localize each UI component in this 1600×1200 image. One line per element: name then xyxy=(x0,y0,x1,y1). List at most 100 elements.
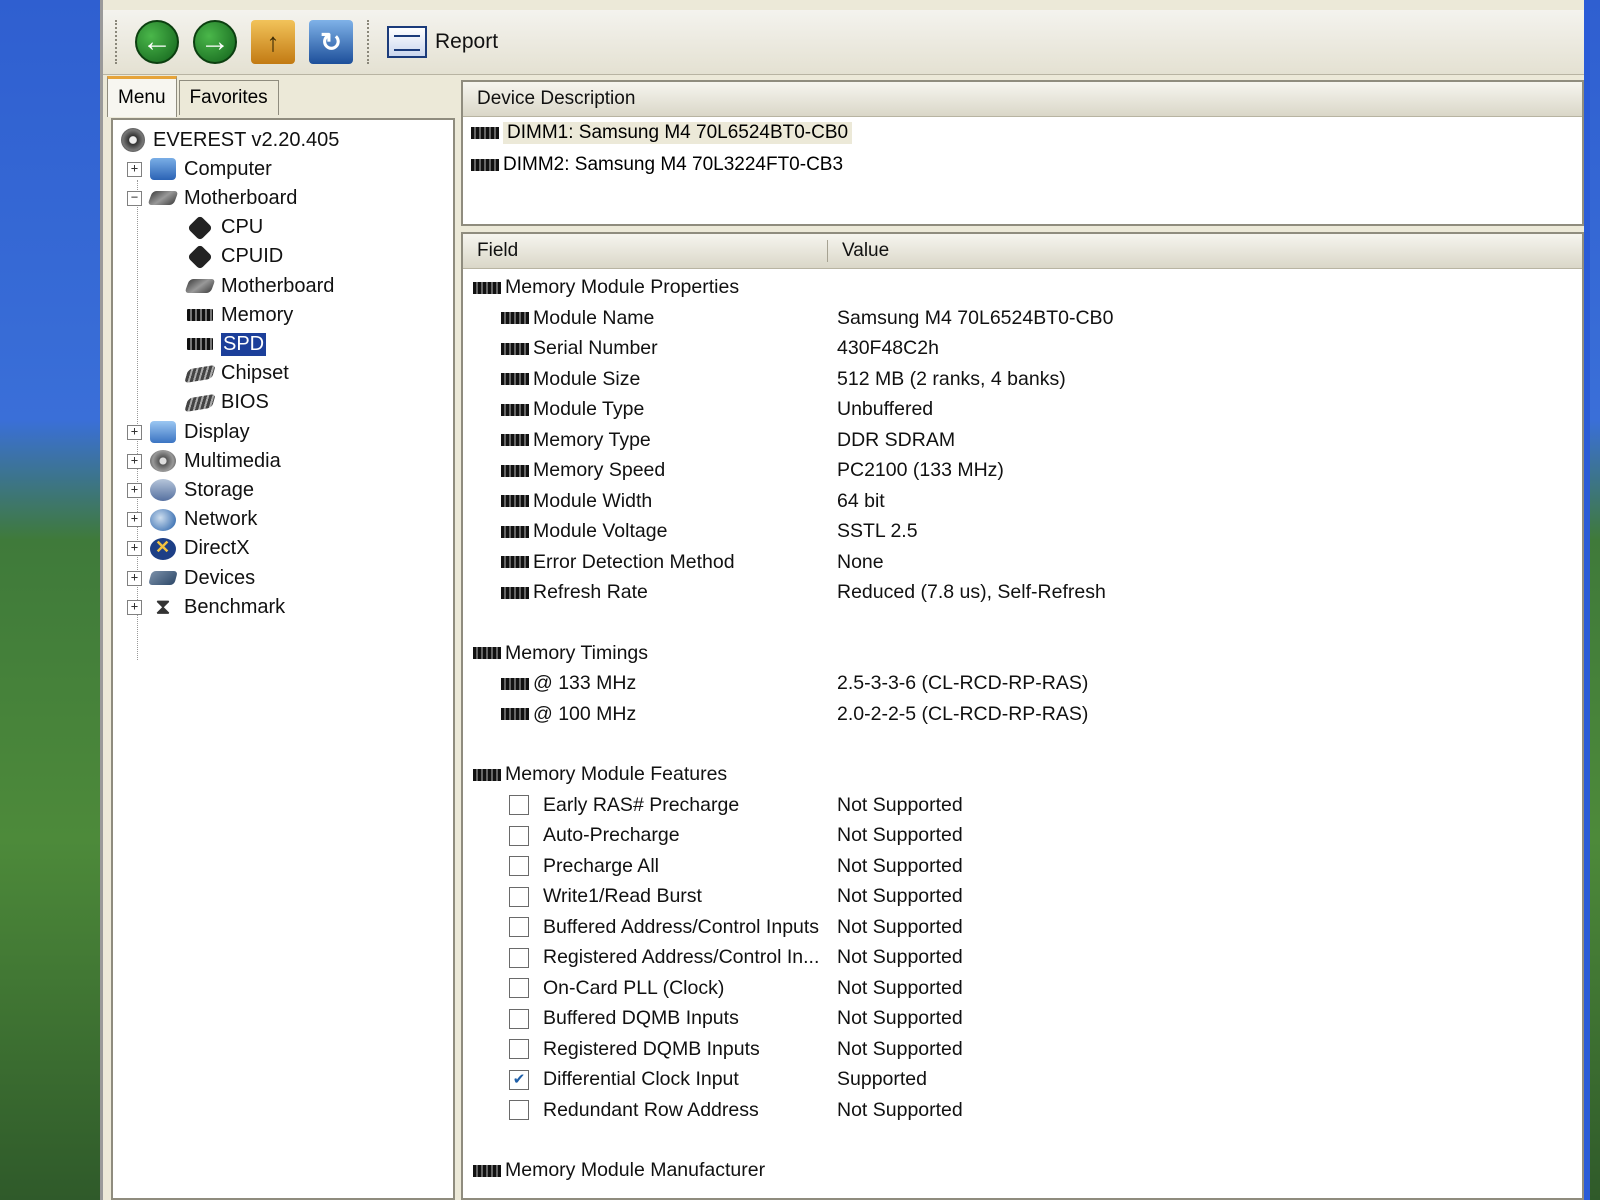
property-row[interactable]: Registered DQMB Inputs Not Supported xyxy=(463,1034,1582,1064)
field-label: Memory Module Properties xyxy=(505,276,740,298)
tree-item[interactable]: CPU xyxy=(187,214,263,242)
tree-expander-icon[interactable]: + xyxy=(127,453,142,469)
value-column-header[interactable]: Value xyxy=(828,240,889,262)
tree-item[interactable]: EVEREST v2.20.405 xyxy=(121,126,339,154)
chip-icon xyxy=(184,364,216,383)
device-item-dimm1[interactable]: DIMM1: Samsung M4 70L6524BT0-CB0 xyxy=(463,117,1582,149)
tree-expander-icon[interactable]: + xyxy=(127,482,142,498)
property-row[interactable]: Module Voltage SSTL 2.5 xyxy=(463,516,1582,546)
report-button[interactable]: Report xyxy=(387,26,498,58)
toolbar-grip[interactable] xyxy=(115,20,121,64)
property-row[interactable]: ✔ Differential Clock Input Supported xyxy=(463,1064,1582,1094)
property-row[interactable]: Module Width 64 bit xyxy=(463,486,1582,516)
tree-item-label: CPUID xyxy=(221,245,284,268)
field-cell: Error Detection Method xyxy=(501,551,735,574)
up-folder-icon[interactable]: ↑ xyxy=(251,20,295,64)
property-row[interactable]: Buffered DQMB Inputs Not Supported xyxy=(463,1003,1582,1033)
tree-expander-icon[interactable]: + xyxy=(127,161,142,177)
field-label: Memory Speed xyxy=(533,459,666,481)
menu-tree[interactable]: EVEREST v2.20.405 + Computer − Motherboard CP… xyxy=(111,118,455,1200)
field-label: @ 100 MHz xyxy=(533,702,637,725)
memory-module-icon xyxy=(501,373,529,385)
tree-item[interactable]: SPD xyxy=(187,330,267,358)
tree-item[interactable]: + Devices xyxy=(127,564,255,592)
unchecked-checkbox-icon xyxy=(509,1008,529,1029)
device-description-header[interactable]: Device Description xyxy=(463,82,1582,117)
cpu-icon xyxy=(187,244,213,270)
tree-item-label: Memory xyxy=(221,303,294,326)
property-row[interactable]: Early RAS# Precharge Not Supported xyxy=(463,790,1582,820)
field-label: Module Width xyxy=(533,489,653,512)
tree-item[interactable]: + Network xyxy=(127,506,257,534)
tree-item-label: Network xyxy=(184,508,258,531)
property-row[interactable]: Memory Type DDR SDRAM xyxy=(463,425,1582,455)
field-cell: Auto-Precharge xyxy=(509,824,680,847)
field-cell: Memory Speed xyxy=(501,459,665,482)
value-cell: Not Supported xyxy=(837,1037,963,1060)
tab-menu[interactable]: Menu xyxy=(107,76,177,117)
tree-expander-icon[interactable]: + xyxy=(127,424,142,440)
property-row[interactable]: Module Size 512 MB (2 ranks, 4 banks) xyxy=(463,364,1582,394)
property-row[interactable]: Error Detection Method None xyxy=(463,547,1582,577)
field-label: Module Voltage xyxy=(533,520,668,542)
tree-expander-icon[interactable]: + xyxy=(127,599,142,615)
property-row[interactable]: Serial Number 430F48C2h xyxy=(463,333,1582,363)
memory-module-icon xyxy=(473,647,501,659)
tree-item[interactable]: + Multimedia xyxy=(127,447,281,475)
tree-expander-icon[interactable]: + xyxy=(127,512,142,528)
property-row[interactable]: Redundant Row Address Not Supported xyxy=(463,1095,1582,1125)
section-row[interactable]: Memory Module Features xyxy=(463,759,1582,789)
memory-module-icon xyxy=(473,1164,501,1177)
property-row[interactable]: Module Name Samsung M4 70L6524BT0-CB0 xyxy=(463,303,1582,333)
value-cell: Samsung M4 70L6524BT0-CB0 xyxy=(837,306,1114,329)
property-row[interactable]: Auto-Precharge Not Supported xyxy=(463,820,1582,850)
field-cell: Serial Number xyxy=(501,337,658,360)
memory-module-icon xyxy=(471,159,499,171)
tree-item[interactable]: Memory xyxy=(187,301,293,329)
tree-expander-icon[interactable]: + xyxy=(127,541,142,557)
section-row[interactable]: Memory Module Manufacturer xyxy=(463,1155,1582,1185)
tree-expander-icon[interactable]: + xyxy=(127,570,142,586)
tree-item[interactable]: + Computer xyxy=(127,155,272,183)
hourglass-icon: ⧗ xyxy=(155,594,171,620)
memory-module-icon xyxy=(501,677,529,690)
section-row[interactable]: Memory Timings xyxy=(463,638,1582,668)
tree-item[interactable]: Chipset xyxy=(184,360,289,388)
property-row[interactable]: Buffered Address/Control Inputs Not Suppo… xyxy=(463,912,1582,942)
unchecked-checkbox-icon xyxy=(509,947,529,968)
property-row[interactable]: Module Type Unbuffered xyxy=(463,394,1582,424)
property-row[interactable]: Write1/Read Burst Not Supported xyxy=(463,881,1582,911)
property-row[interactable]: On-Card PLL (Clock) Not Supported xyxy=(463,973,1582,1003)
field-label: Memory Type xyxy=(533,428,651,451)
field-label: Memory Module Features xyxy=(505,763,728,785)
unchecked-checkbox-icon xyxy=(509,1100,529,1120)
forward-arrow-icon[interactable]: → xyxy=(193,20,237,64)
tree-item[interactable]: + Storage xyxy=(127,476,254,504)
device-item-dimm2[interactable]: DIMM2: Samsung M4 70L3224FT0-CB3 xyxy=(463,149,1582,181)
field-cell: On-Card PLL (Clock) xyxy=(509,977,724,1000)
tree-expander-icon[interactable]: − xyxy=(127,190,142,206)
value-cell: 2.5-3-3-6 (CL-RCD-RP-RAS) xyxy=(837,672,1089,694)
property-row[interactable]: Precharge All Not Supported xyxy=(463,851,1582,881)
tree-item[interactable]: + Display xyxy=(127,418,250,446)
tree-item[interactable]: Motherboard xyxy=(184,272,334,300)
property-row[interactable]: Memory Speed PC2100 (133 MHz) xyxy=(463,455,1582,485)
tree-item[interactable]: BIOS xyxy=(184,389,269,417)
tree-item[interactable]: + ⧗ Benchmark xyxy=(127,593,285,621)
back-arrow-icon[interactable]: ← xyxy=(135,20,179,64)
tree-item-label: Storage xyxy=(184,478,255,501)
property-row[interactable]: Refresh Rate Reduced (7.8 us), Self-Refre… xyxy=(463,577,1582,607)
section-row[interactable]: Memory Module Properties xyxy=(463,272,1582,302)
memory-module-icon xyxy=(501,586,529,599)
tree-item[interactable]: + DirectX xyxy=(127,535,250,563)
field-column-header[interactable]: Field xyxy=(463,240,828,262)
tree-item[interactable]: CPUID xyxy=(187,243,283,271)
multimedia-icon xyxy=(150,450,176,473)
tab-favorites[interactable]: Favorites xyxy=(178,80,279,115)
property-row[interactable]: @ 100 MHz 2.0-2-2-5 (CL-RCD-RP-RAS) xyxy=(463,699,1582,729)
tree-item[interactable]: − Motherboard xyxy=(127,184,297,212)
refresh-icon[interactable]: ↻ xyxy=(309,20,353,64)
property-row[interactable]: Registered Address/Control In... Not Supp… xyxy=(463,942,1582,972)
property-row[interactable]: @ 133 MHz 2.5-3-3-6 (CL-RCD-RP-RAS) xyxy=(463,668,1582,698)
tree-item-label: Chipset xyxy=(221,362,289,385)
